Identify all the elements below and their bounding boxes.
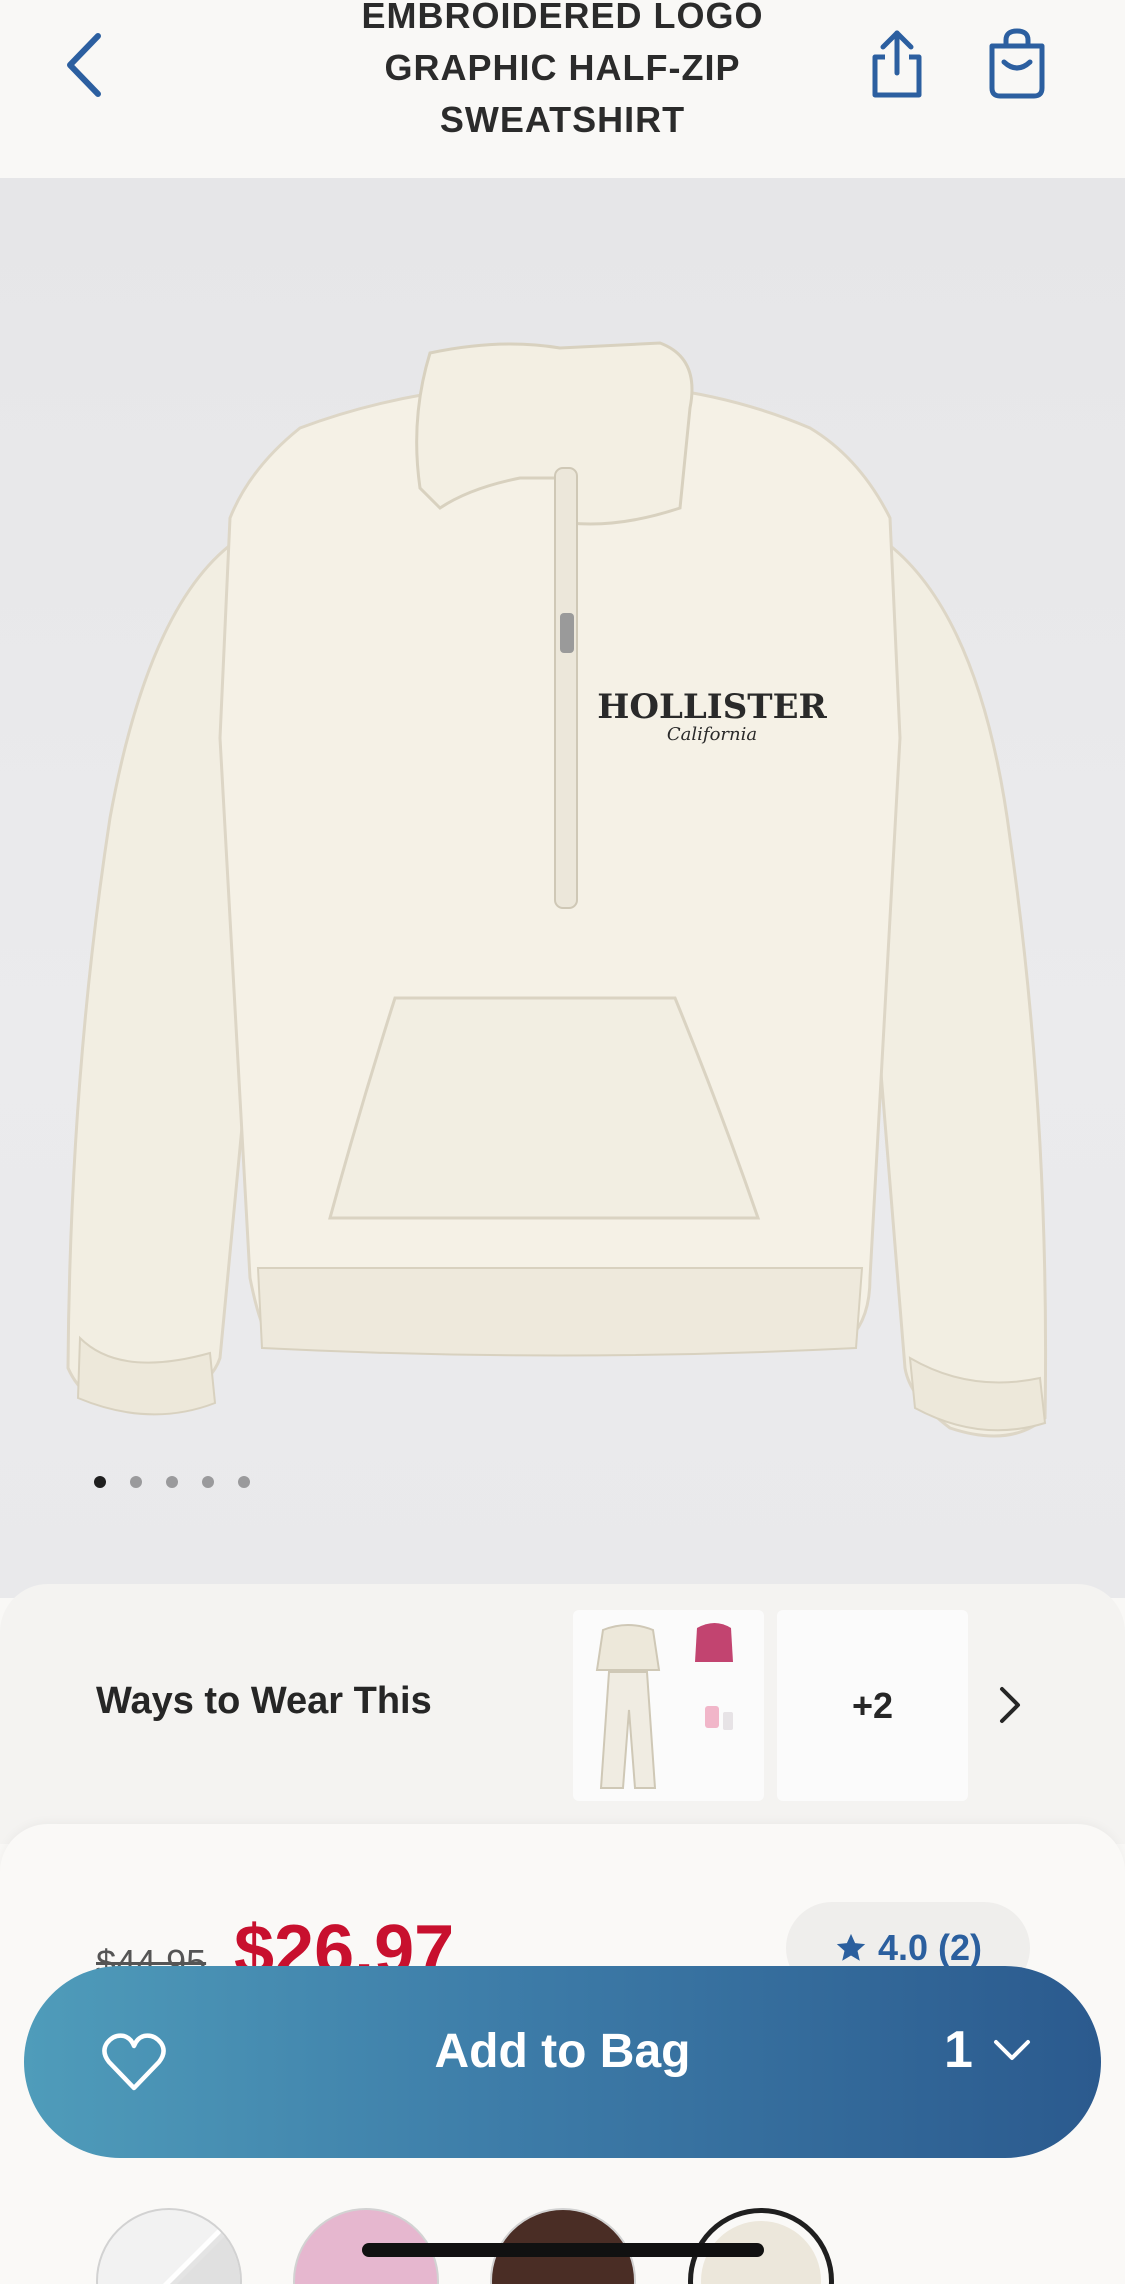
add-to-bag-button[interactable]: Add to Bag 1: [24, 1966, 1101, 2158]
more-outfits-button[interactable]: +2: [777, 1610, 968, 1801]
outfit-image: [595, 1623, 733, 1789]
product-image-gallery[interactable]: HOLLISTER California: [0, 178, 1125, 1598]
pagination-dot[interactable]: [202, 1476, 214, 1488]
shopping-bag-button[interactable]: [978, 24, 1056, 104]
share-icon: [872, 30, 922, 98]
outfit-thumbnail[interactable]: [573, 1610, 764, 1801]
star-icon: [836, 1933, 866, 1961]
product-image: HOLLISTER California: [66, 341, 1048, 1438]
home-indicator: [362, 2243, 764, 2257]
pagination-dot[interactable]: [130, 1476, 142, 1488]
shopping-bag-icon: [989, 28, 1045, 99]
chevron-left-icon: [67, 33, 101, 97]
pagination-dot[interactable]: [238, 1476, 250, 1488]
quantity-selector[interactable]: 1: [944, 2020, 1031, 2080]
top-nav-bar: EMBROIDERED LOGO GRAPHIC HALF-ZIP SWEATS…: [0, 0, 1125, 178]
chevron-down-icon: [993, 2040, 1030, 2060]
logo-print-text: HOLLISTER: [597, 687, 827, 727]
share-button[interactable]: [860, 24, 934, 104]
logo-print-script: California: [667, 724, 757, 745]
gallery-pagination: [94, 1476, 250, 1488]
add-to-bag-label: Add to Bag: [434, 2025, 691, 2078]
chevron-right-icon: [1000, 1687, 1020, 1723]
rating-value: 4.0: [877, 1927, 929, 1968]
pagination-dot[interactable]: [94, 1476, 106, 1488]
ways-to-wear-label: Ways to Wear This: [96, 1680, 432, 1722]
rating-count: (2): [938, 1927, 983, 1968]
pagination-dot[interactable]: [166, 1476, 178, 1488]
ways-to-wear-arrow[interactable]: [990, 1680, 1030, 1730]
page-title: EMBROIDERED LOGO GRAPHIC HALF-ZIP SWEATS…: [361, 0, 764, 140]
quantity-value: 1: [944, 2021, 973, 2079]
back-button[interactable]: [58, 30, 110, 100]
